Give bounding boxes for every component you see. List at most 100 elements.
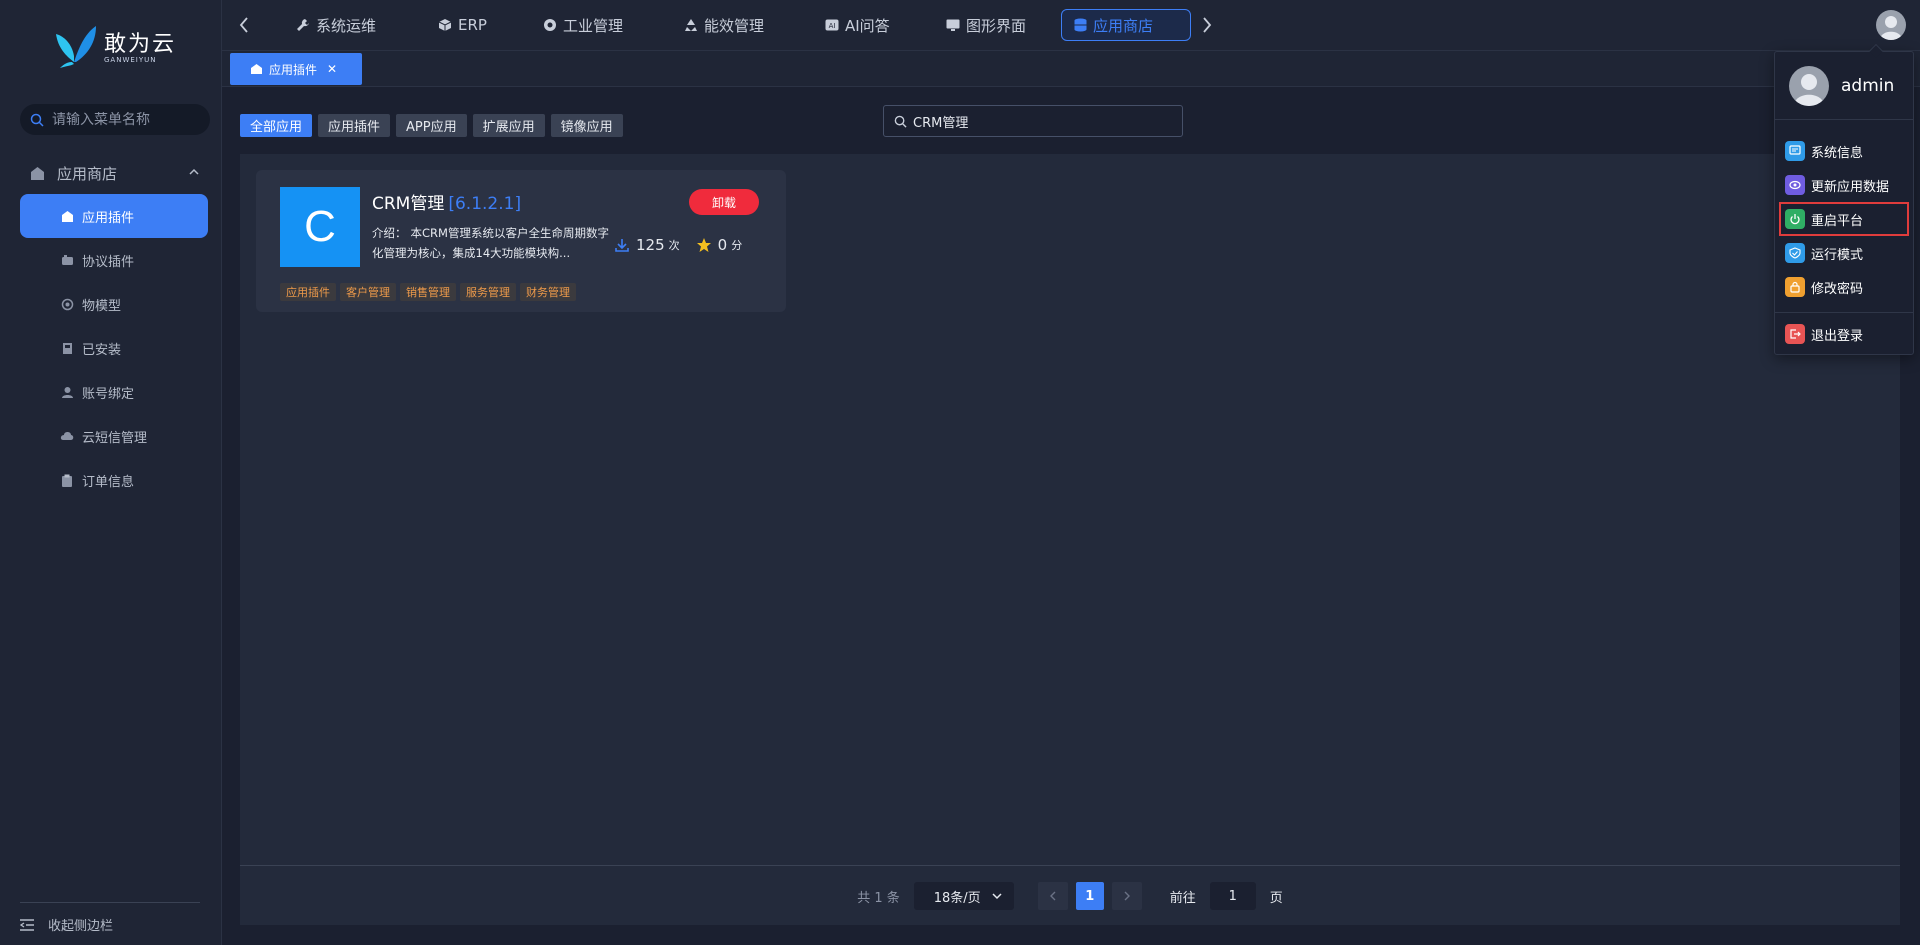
brand-name: 敢为云 [104,32,177,57]
wrench-icon [296,18,310,32]
star-icon [696,237,712,253]
cube-icon [438,18,452,32]
close-icon[interactable]: ✕ [327,62,337,76]
app-title[interactable]: CRM管理 [6.1.2.1] [372,189,521,214]
tab-label: 应用商店 [1093,16,1154,35]
filter-image-apps[interactable]: 镜像应用 [550,114,623,137]
menu-list: 应用插件 协议插件 物模型 已安装 账号绑定 云短信管理 订单信息 [20,194,208,502]
menu-system-info[interactable]: 系统信息 [1775,134,1913,168]
goto-label: 前往 [1169,890,1196,906]
menu-restart-platform[interactable]: 重启平台 [1779,202,1909,236]
menu-update-app-data[interactable]: 更新应用数据 [1775,168,1913,202]
sidebar-item-installed[interactable]: 已安装 [20,326,208,370]
download-unit: 次 [668,239,680,252]
collapse-sidebar-button[interactable]: 收起侧边栏 [20,902,200,934]
next-page-button[interactable] [1111,882,1142,910]
sidebar-item-label: 云短信管理 [82,430,148,446]
page-tab-strip: 应用插件 ✕ [222,51,1920,87]
sidebar-item-orders[interactable]: 订单信息 [20,458,208,502]
model-icon [60,297,74,311]
menu-item-label: 重启平台 [1811,213,1864,229]
sidebar-item-label: 已安装 [82,342,122,358]
tab-industrial[interactable]: 工业管理 [531,9,635,41]
sidebar-item-label: 物模型 [82,298,122,314]
app-description: 介绍： 本CRM管理系统以客户全生命周期数字化管理为核心，集成14大功能模块构..… [372,223,612,263]
app-name: CRM管理 [372,194,445,214]
sidebar-item-cloud-sms[interactable]: 云短信管理 [20,414,208,458]
chevron-right-icon [1124,891,1130,901]
butterfly-logo-icon [56,26,96,68]
menu-logout[interactable]: 退出登录 [1775,317,1913,351]
sidebar-item-app-plugins[interactable]: 应用插件 [20,194,208,238]
filter-app-apps[interactable]: APP应用 [396,114,467,137]
user-icon [60,385,74,399]
tab-app-store[interactable]: 应用商店 [1061,9,1191,41]
installed-icon [60,341,74,355]
sidebar-item-label: 账号绑定 [82,386,135,402]
info-icon [1785,141,1805,161]
tab-system-ops[interactable]: 系统运维 [284,9,388,41]
sidebar-item-label: 应用插件 [82,210,135,226]
app-search-input[interactable] [913,113,1163,129]
brand-name-en: GANWEIYUN [104,56,157,64]
tab-label: 能效管理 [704,16,765,35]
menu-group-app-store[interactable]: 应用商店 [20,160,210,186]
filter-app-plugins[interactable]: 应用插件 [318,114,391,137]
app-tags: 应用插件 客户管理 销售管理 服务管理 财务管理 [280,283,576,301]
avatar-icon [1794,73,1824,106]
app-stats: 125 次 0 分 [614,236,758,254]
sidebar: 敢为云 GANWEIYUN 应用商店 应用插件 协议插件 物模型 已安装 [0,0,222,945]
menu-change-password[interactable]: 修改密码 [1775,270,1913,304]
tab-ai-qa[interactable]: AI AI问答 [813,9,902,41]
goto-page-input[interactable]: 1 [1209,882,1256,910]
lock-icon [1785,277,1805,297]
tab-label: AI问答 [845,16,890,35]
page-number-current[interactable]: 1 [1075,882,1104,910]
uninstall-button[interactable]: 卸载 [689,189,759,215]
prev-page-button[interactable] [1037,882,1068,910]
app-search[interactable] [883,105,1183,137]
page-tab-label: 应用插件 [269,62,318,77]
clipboard-icon [60,473,74,487]
plugin-icon [60,253,74,267]
chevron-down-icon [992,893,1002,900]
nav-scroll-right[interactable] [1197,14,1217,36]
sidebar-item-label: 协议插件 [82,254,135,270]
store-icon [60,209,74,223]
page-size-select[interactable]: 18条/页 [913,882,1014,910]
tab-label: 系统运维 [316,16,377,35]
sidebar-item-account-binding[interactable]: 账号绑定 [20,370,208,414]
page-tab-app-plugins[interactable]: 应用插件 ✕ [230,53,362,85]
menu-group-label: 应用商店 [57,164,118,183]
page-unit: 页 [1269,890,1283,906]
menu-run-mode[interactable]: 运行模式 [1775,236,1913,270]
tab-graphics[interactable]: 图形界面 [934,9,1038,41]
user-avatar-button[interactable] [1876,10,1906,40]
store-icon [31,166,44,180]
page-size-value: 18条/页 [933,890,981,906]
brand-logo[interactable]: 敢为云 GANWEIYUN [52,22,176,68]
collapse-label: 收起侧边栏 [48,919,114,934]
menu-item-label: 运行模式 [1811,247,1864,263]
ai-icon: AI [825,19,839,31]
menu-item-label: 系统信息 [1811,145,1864,161]
filter-all-apps[interactable]: 全部应用 [240,114,313,137]
menu-search[interactable] [20,104,210,135]
sidebar-item-thing-model[interactable]: 物模型 [20,282,208,326]
tab-erp[interactable]: ERP [426,9,499,41]
tab-energy[interactable]: 能效管理 [672,9,776,41]
pagination: 共 1 条 18条/页 1 前往 1 页 [240,882,1900,910]
tag: 应用插件 [280,283,336,301]
menu-search-input[interactable] [52,111,202,128]
app-card[interactable]: C CRM管理 [6.1.2.1] 卸载 介绍： 本CRM管理系统以客户全生命周期数… [256,170,786,312]
svg-text:AI: AI [829,22,836,30]
menu-item-label: 修改密码 [1811,281,1864,297]
nav-scroll-left[interactable] [234,14,254,36]
chevron-right-icon [1203,17,1212,33]
logout-icon [1785,324,1805,344]
collapse-icon [20,918,34,931]
menu-divider [1775,312,1913,313]
sidebar-item-protocol-plugins[interactable]: 协议插件 [20,238,208,282]
filter-extension-apps[interactable]: 扩展应用 [472,114,545,137]
tab-label: 工业管理 [563,16,624,35]
